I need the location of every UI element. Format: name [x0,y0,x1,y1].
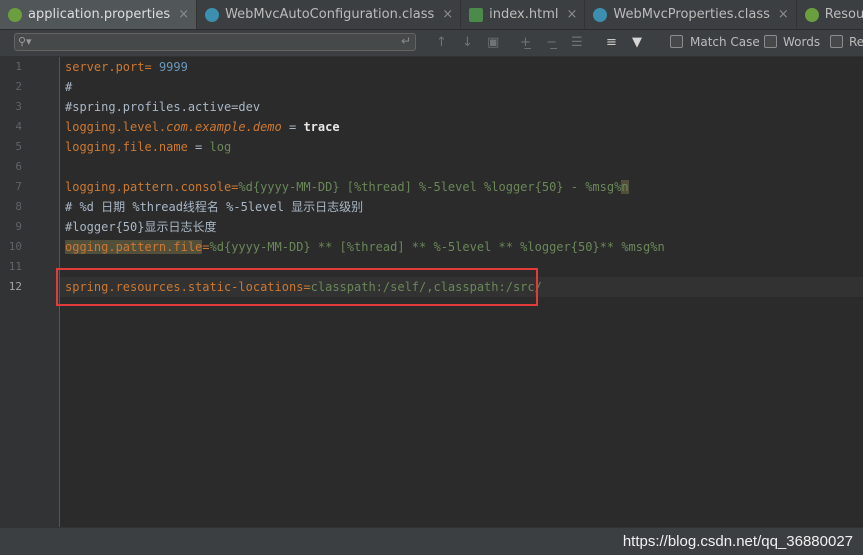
show-filter-popup-icon[interactable]: ≡ [606,35,617,50]
code-line-7[interactable]: logging.pattern.console=%d{yyyy-MM-DD} [… [65,177,629,197]
tab-resourceloader[interactable]: ResourceLoader.cla [797,0,863,29]
remove-selection-icon[interactable]: −̲ [546,35,557,50]
line-number: 2 [15,80,22,93]
regex-label: Re [849,35,863,49]
match-case-label: Match Case [690,35,760,49]
code-line-2[interactable]: # [65,77,72,97]
tab-webmvcproperties[interactable]: WebMvcProperties.class × [585,0,797,29]
line-number: 1 [15,60,22,73]
line-number: 11 [8,260,22,273]
tab-application-properties[interactable]: application.properties × [0,0,198,29]
html-file-icon [469,7,484,22]
search-icon: ⚲▾ [18,35,32,48]
code-line-1[interactable]: server.port= 9999 [65,57,188,77]
line-number: 9 [15,220,22,233]
close-icon[interactable]: × [178,7,189,22]
property-value: %d{yyyy-MM-DD} [%thread] %-5level %logge… [238,180,622,194]
property-value: trace [303,120,340,134]
line-number: 6 [15,160,22,173]
add-selection-icon[interactable]: +̲ [520,35,531,50]
code-line-5[interactable]: logging.file.name = log [65,137,231,157]
tab-label: application.properties [28,7,171,22]
line-number-current: 12 [8,280,22,293]
words-checkbox[interactable] [764,35,777,48]
select-all-occurrences-icon[interactable]: ☰ [571,35,583,50]
tab-label: index.html [489,7,559,22]
caret-highlight: n [621,180,629,194]
close-icon[interactable]: × [566,7,577,22]
comment: # %d 日期 %thread线程名 %-5level 显示日志级别 [65,200,364,214]
annotation-highlight-box [56,268,538,306]
tab-label: ResourceLoader.cla [824,7,863,22]
close-icon[interactable]: × [442,7,453,22]
code-line-10[interactable]: ogging.pattern.file=%d{yyyy-MM-DD} ** [%… [65,237,665,257]
property-key: logging.pattern.console [65,180,232,194]
find-in-window-icon[interactable]: ▣ [487,35,499,50]
property-key: server.port [65,60,145,74]
property-value: 9999 [158,60,188,74]
property-value: %d{yyyy-MM-DD} ** [%thread] ** %-5level … [209,240,665,254]
code-line-3[interactable]: #spring.profiles.active=dev [65,97,260,117]
tab-webmvcautoconfiguration[interactable]: WebMvcAutoConfiguration.class × [197,0,462,29]
comment: #logger{50}显示日志长度 [65,220,217,234]
editor-tab-bar: application.properties × WebMvcAutoConfi… [0,0,863,30]
line-number: 8 [15,200,22,213]
interface-file-icon [804,7,819,22]
code-line-8[interactable]: # %d 日期 %thread线程名 %-5level 显示日志级别 [65,197,363,217]
tab-label: WebMvcProperties.class [613,7,770,22]
property-separator: = [144,60,159,74]
property-separator: = [281,120,304,134]
line-number: 4 [15,120,22,133]
property-separator: = [187,140,210,154]
line-number: 10 [8,240,22,253]
watermark-text: https://blog.csdn.net/qq_36880027 [622,533,853,550]
property-value: log [209,140,232,154]
comment: #spring.profiles.active=dev [65,100,261,114]
class-file-icon [205,7,220,22]
line-number: 5 [15,140,22,153]
tab-label: WebMvcAutoConfiguration.class [225,7,435,22]
previous-occurrence-icon[interactable]: ↑ [436,35,447,50]
line-number: 7 [15,180,22,193]
enter-icon: ↵ [400,34,411,48]
tab-index-html[interactable]: index.html × [461,0,586,29]
code-line-4[interactable]: logging.level.com.example.demo = trace [65,117,340,137]
class-file-icon [593,7,608,22]
property-key: logging.level. [65,120,167,134]
match-case-checkbox[interactable] [670,35,683,48]
line-number: 3 [15,100,22,113]
search-input[interactable]: ⚲▾ ↵ [14,33,416,51]
code-line-9[interactable]: #logger{50}显示日志长度 [65,217,216,237]
property-key: logging.file.name [65,140,188,154]
next-occurrence-icon[interactable]: ↓ [462,35,473,50]
filter-icon[interactable]: ▼ [632,35,642,50]
regex-checkbox[interactable] [830,35,843,48]
status-bar: https://blog.csdn.net/qq_36880027 [0,527,863,555]
close-icon[interactable]: × [778,7,789,22]
property-key: ogging.pattern.file [65,240,203,254]
spring-properties-icon [8,7,22,22]
property-key-package: com.example.demo [166,120,282,134]
line-number-gutter: 1 2 3 4 5 6 7 8 9 10 11 12 [0,57,60,527]
words-label: Words [783,35,821,49]
find-toolbar: ⚲▾ ↵ ↑ ↓ ▣ +̲ −̲ ☰ ≡ ▼ Match Case Words … [0,30,863,57]
property-separator: = [202,240,210,254]
comment: # [65,80,73,94]
